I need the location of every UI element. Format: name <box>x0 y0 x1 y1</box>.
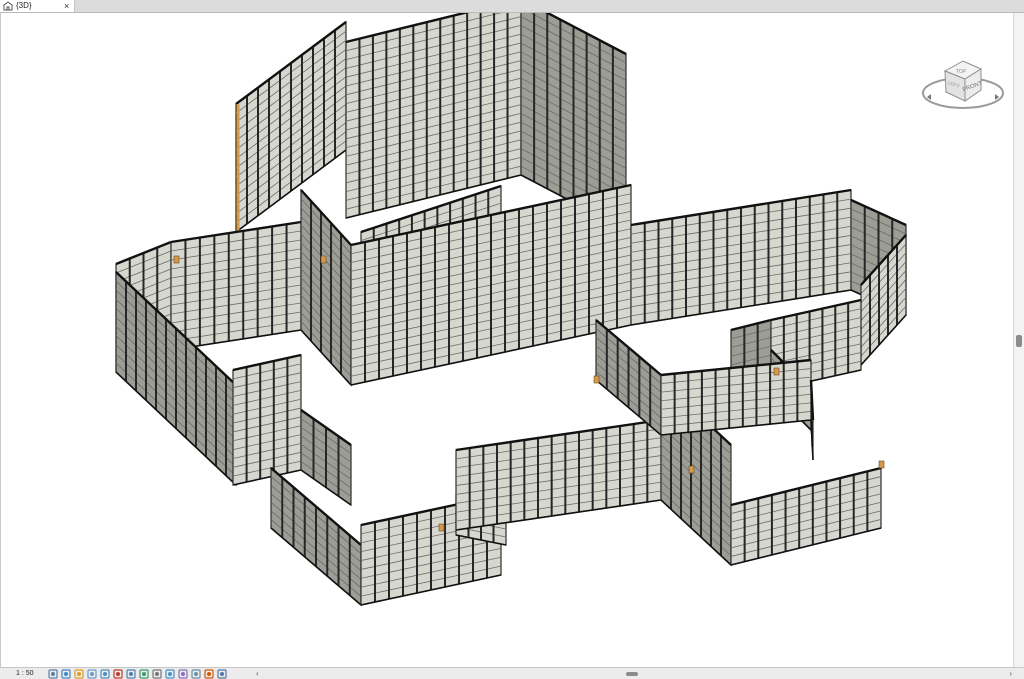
formwork-wall-panel[interactable] <box>455 418 662 531</box>
visual-style-icon[interactable] <box>61 669 71 679</box>
crop-view-icon[interactable] <box>113 669 123 679</box>
accessory-bracket[interactable] <box>773 367 780 376</box>
close-tab-icon[interactable]: × <box>64 0 69 12</box>
formwork-wall-panel[interactable] <box>350 183 632 386</box>
revit-window: {3D} × TOP FRONT LEFT 1 : 50 ‹ › <box>0 0 1024 679</box>
detail-level-icon[interactable] <box>48 669 58 679</box>
formwork-wall-panel[interactable] <box>595 318 662 437</box>
formwork-wall-panel[interactable] <box>300 188 352 387</box>
formwork-wall-panel[interactable] <box>809 379 815 461</box>
highlight-displacement-icon[interactable] <box>217 669 227 679</box>
scroll-left-icon[interactable]: ‹ <box>256 669 259 679</box>
show-crop-icon[interactable] <box>126 669 136 679</box>
formwork-wall-panel[interactable] <box>300 408 352 507</box>
tab-3d-view[interactable]: {3D} × <box>0 0 75 12</box>
design-options-icon[interactable] <box>191 669 201 679</box>
unlock-3d-icon[interactable] <box>139 669 149 679</box>
accessory-bracket[interactable] <box>438 523 445 532</box>
view-control-bar: 1 : 50 ‹ › <box>0 667 1024 679</box>
temporary-hide-icon[interactable] <box>152 669 162 679</box>
reveal-hidden-icon[interactable] <box>165 669 175 679</box>
worksharing-icon[interactable] <box>178 669 188 679</box>
formwork-wall-panel[interactable] <box>630 188 852 326</box>
formwork-model[interactable] <box>1 13 1014 667</box>
scroll-right-icon[interactable]: › <box>1009 669 1012 679</box>
formwork-wall-panel[interactable] <box>232 353 302 486</box>
formwork-wall-panel[interactable] <box>660 358 812 436</box>
accessory-bracket[interactable] <box>320 255 327 264</box>
view-tab-bar: {3D} × <box>0 0 1024 13</box>
view-scale[interactable]: 1 : 50 <box>16 668 34 679</box>
accessory-bracket[interactable] <box>878 460 885 469</box>
formwork-wall-panel[interactable] <box>235 20 347 234</box>
3d-view-icon <box>3 1 13 11</box>
accessory-bracket[interactable] <box>593 375 600 384</box>
formwork-wall-panel[interactable] <box>170 220 302 351</box>
3d-viewport[interactable]: TOP FRONT LEFT <box>0 13 1014 667</box>
shadows-icon[interactable] <box>87 669 97 679</box>
formwork-wall-panel[interactable] <box>730 466 882 566</box>
view-cube-top-label[interactable]: TOP <box>956 69 967 75</box>
view-cube[interactable]: TOP FRONT LEFT <box>919 53 1009 117</box>
sun-path-icon[interactable] <box>74 669 84 679</box>
vertical-scrollbar[interactable] <box>1013 13 1024 667</box>
accessory-bracket[interactable] <box>173 255 180 264</box>
horizontal-scrollbar[interactable]: ‹ › <box>256 669 1012 679</box>
analysis-icon[interactable] <box>204 669 214 679</box>
view-control-icons <box>48 669 227 679</box>
render-icon[interactable] <box>100 669 110 679</box>
tab-label: {3D} <box>16 1 32 10</box>
horizontal-scroll-thumb[interactable] <box>626 672 638 676</box>
accessory-bracket[interactable] <box>688 465 695 474</box>
vertical-scroll-thumb[interactable] <box>1016 335 1022 347</box>
